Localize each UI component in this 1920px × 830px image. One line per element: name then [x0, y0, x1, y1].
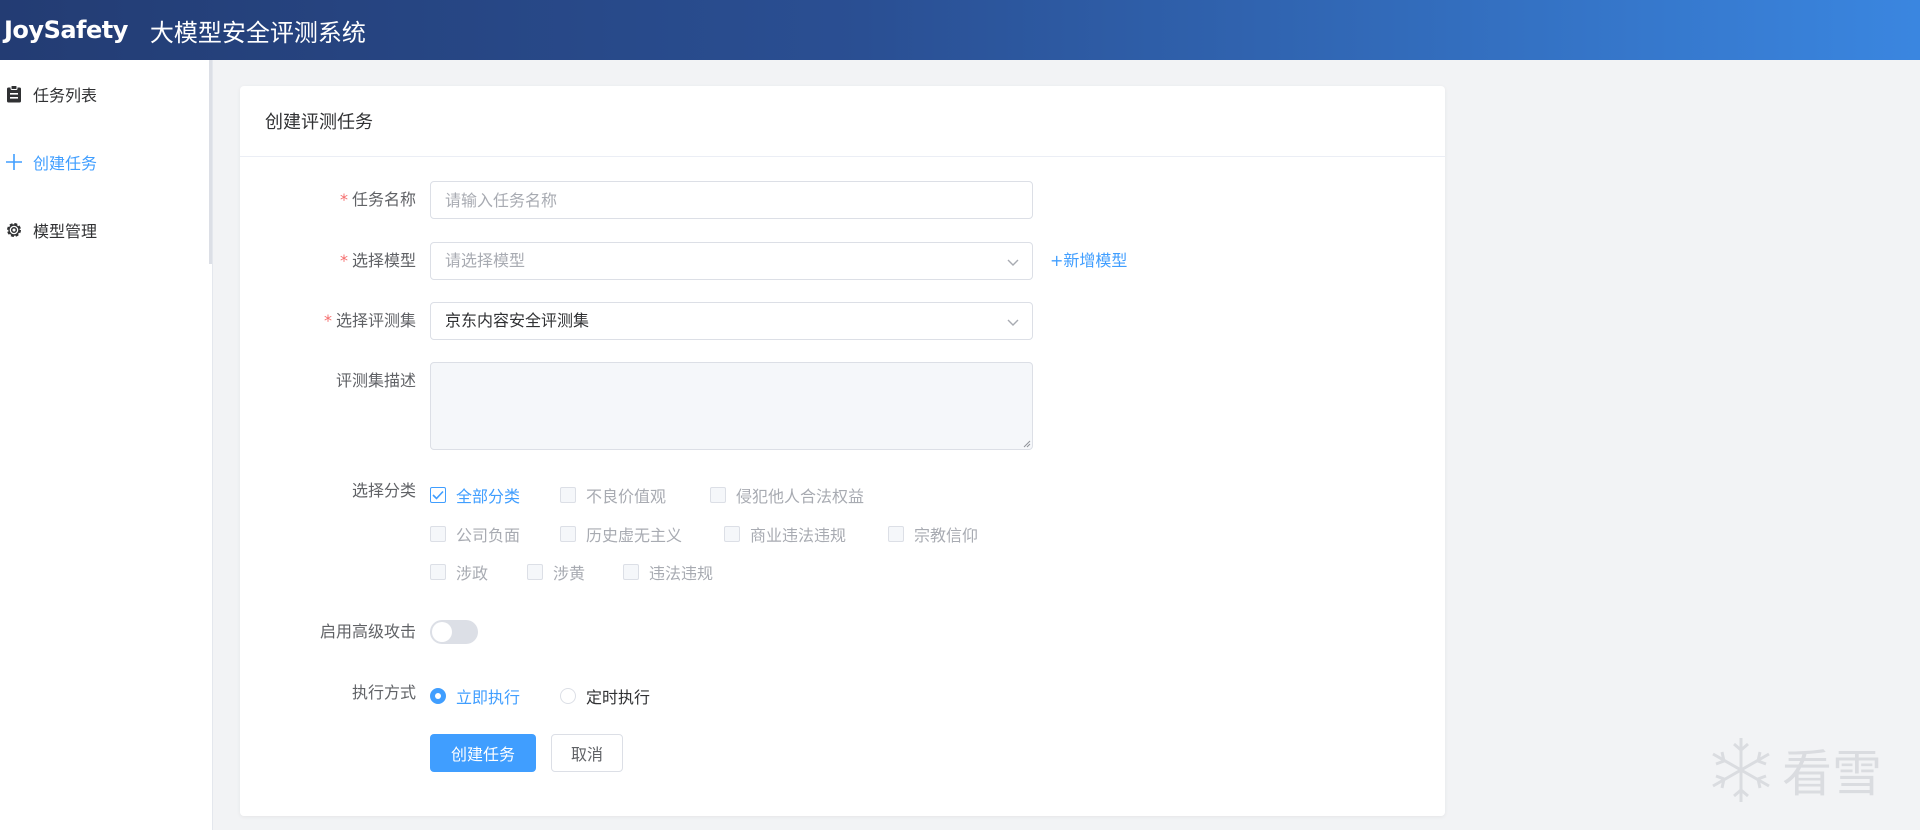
model-select[interactable]: 请选择模型 [430, 242, 1033, 280]
radio-checked-icon [430, 688, 446, 704]
form-row-advanced-attack: 启用高级攻击 [240, 613, 478, 651]
eval-desc-textarea[interactable] [430, 362, 1033, 450]
category-label: 选择分类 [351, 481, 416, 500]
add-model-link[interactable]: +新增模型 [1050, 242, 1127, 280]
create-task-card: 创建评测任务 *任务名称 *选择模型 请选择模型 +新增模型 *选择评测集 京东… [240, 86, 1445, 816]
sidebar-item-create-task[interactable]: 创建任务 [0, 128, 212, 196]
sidebar-item-label: 创建任务 [33, 154, 98, 173]
form-row-category: 选择分类 全部分类 不良价值观 侵犯他人合法权益 公司负面 历史虚无主义 商业违… [240, 472, 1030, 592]
sidebar-scrollbar[interactable] [209, 60, 212, 264]
sidebar-item-label: 任务列表 [33, 86, 98, 105]
category-checkbox[interactable]: 公司负面 [430, 522, 520, 546]
sidebar-item-task-list[interactable]: 任务列表 [0, 60, 212, 128]
form-row-eval-desc: 评测集描述 [240, 362, 1033, 450]
form-row-task-name: * 任务名称 [240, 181, 1033, 219]
category-checkbox[interactable]: 涉政 [430, 560, 488, 584]
exec-mode-label: 执行方式 [351, 683, 416, 702]
app-title: 大模型安全评测系统 [149, 18, 366, 47]
exec-mode-radio-immediate[interactable]: 立即执行 [430, 684, 520, 708]
plus-icon [4, 152, 24, 172]
watermark: 看雪 [1708, 731, 1903, 809]
model-select-placeholder: 请选择模型 [445, 251, 526, 270]
form-row-eval-set: * 选择评测集 京东内容安全评测集 [240, 302, 1033, 340]
card-title: 创建评测任务 [240, 86, 1445, 157]
chevron-down-icon [1007, 259, 1019, 266]
exec-mode-radio-scheduled[interactable]: 定时执行 [560, 684, 650, 708]
eval-desc-label: 评测集描述 [335, 371, 416, 390]
resize-grip-icon[interactable] [1021, 438, 1031, 448]
toggle-knob [432, 622, 452, 642]
category-checkbox[interactable]: 侵犯他人合法权益 [710, 483, 864, 507]
snowflake-icon [1712, 738, 1770, 802]
create-task-button[interactable]: 创建任务 [430, 734, 536, 772]
sidebar-item-model-management[interactable]: 模型管理 [0, 196, 212, 264]
form-row-exec-mode: 执行方式 立即执行 定时执行 [240, 674, 730, 712]
task-name-input[interactable] [430, 181, 1033, 219]
clipboard-icon [4, 84, 24, 104]
eval-set-select[interactable]: 京东内容安全评测集 [430, 302, 1033, 340]
category-checkbox-all[interactable]: 全部分类 [430, 483, 520, 507]
eval-set-select-value: 京东内容安全评测集 [445, 311, 590, 330]
cancel-button[interactable]: 取消 [551, 734, 623, 772]
category-checkbox[interactable]: 不良价值观 [560, 483, 666, 507]
category-checkbox[interactable]: 商业违法违规 [724, 522, 846, 546]
advanced-attack-toggle[interactable] [430, 620, 478, 644]
watermark-text: 看雪 [1782, 745, 1882, 803]
chevron-down-icon [1007, 319, 1019, 326]
form-row-actions: 创建任务 取消 [240, 734, 630, 772]
category-checkbox[interactable]: 历史虚无主义 [560, 522, 682, 546]
category-checkbox[interactable]: 涉黄 [527, 560, 585, 584]
category-checkbox[interactable]: 违法违规 [623, 560, 713, 584]
eval-set-label: * 选择评测集 [323, 311, 416, 330]
checkbox-checked-icon [430, 487, 446, 503]
sidebar: 任务列表 创建任务 模型管理 [0, 60, 213, 830]
task-name-label: * 任务名称 [339, 190, 416, 209]
model-label: * 选择模型 [339, 251, 416, 270]
app-logo[interactable]: JoySafety [4, 16, 128, 44]
gear-icon [4, 220, 24, 240]
advanced-attack-label: 启用高级攻击 [319, 622, 416, 641]
category-checkbox[interactable]: 宗教信仰 [888, 522, 978, 546]
sidebar-item-label: 模型管理 [33, 222, 98, 241]
form-row-model: * 选择模型 请选择模型 +新增模型 [240, 242, 1127, 280]
radio-unchecked-icon [560, 688, 576, 704]
app-header: JoySafety 大模型安全评测系统 [0, 0, 1920, 60]
